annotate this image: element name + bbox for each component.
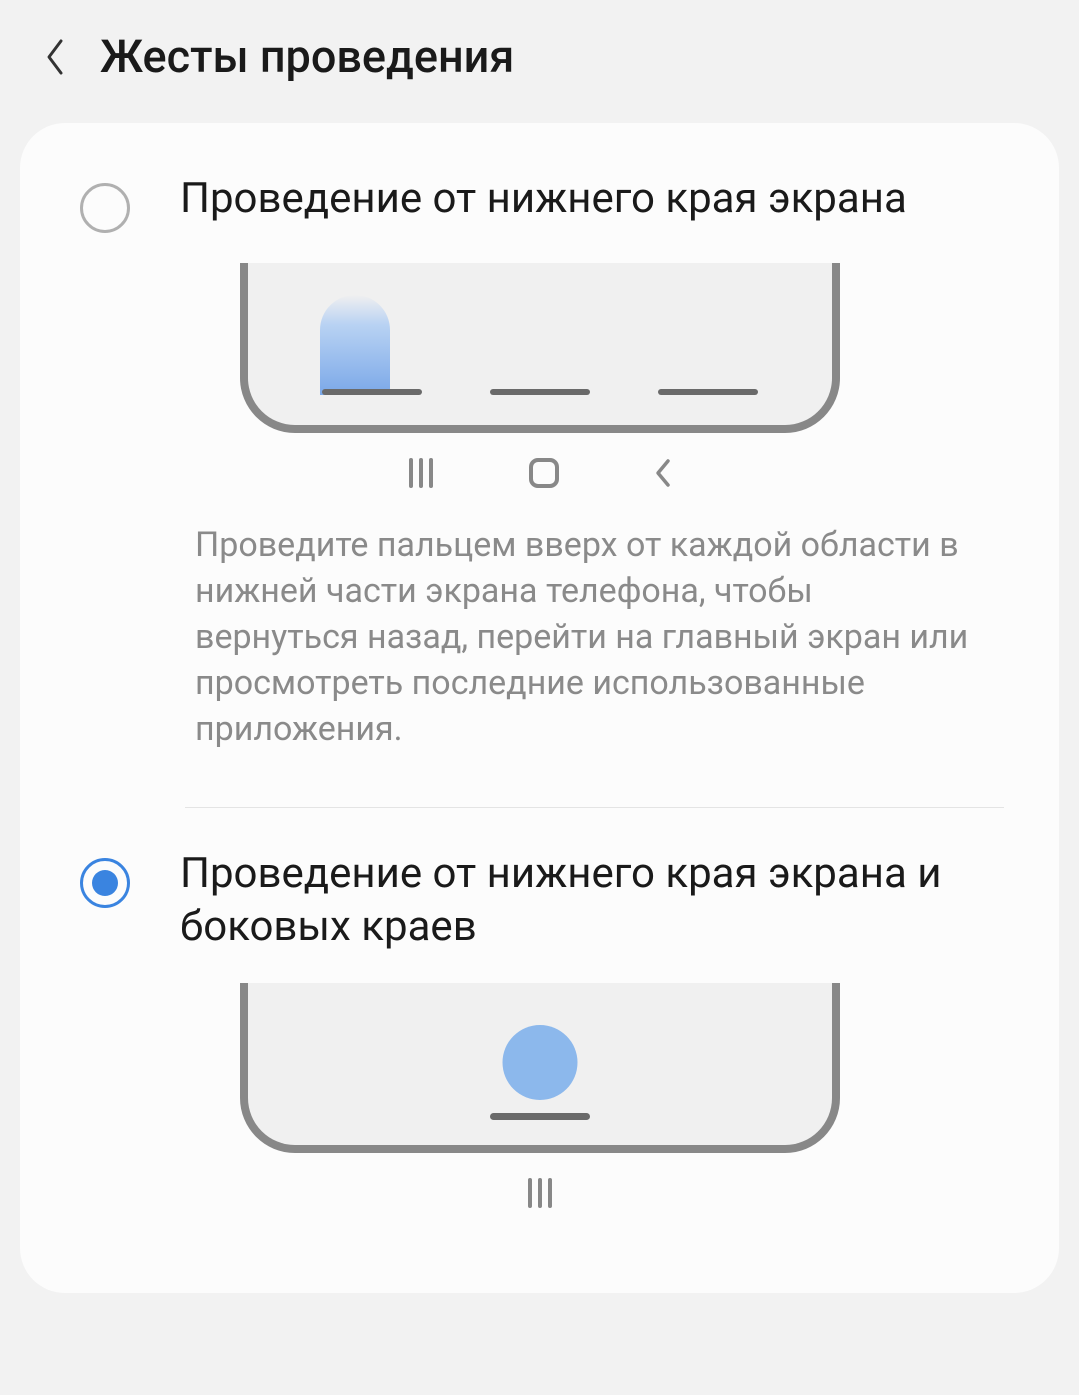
phone-frame-icon <box>240 263 840 433</box>
divider <box>185 807 1004 808</box>
gesture-preview-bottom-sides <box>240 983 840 1228</box>
option-label: Проведение от нижнего края экрана <box>180 173 907 226</box>
radio-row[interactable]: Проведение от нижнего края экрана и боко… <box>80 848 999 953</box>
page-title: Жесты проведения <box>100 30 514 83</box>
radio-row[interactable]: Проведение от нижнего края экрана <box>80 173 999 233</box>
radio-unchecked-icon <box>80 183 130 233</box>
radio-checked-icon <box>80 858 130 908</box>
option-swipe-bottom: Проведение от нижнего края экрана <box>20 163 1059 777</box>
home-icon <box>529 458 559 488</box>
touch-indicator-icon <box>502 1025 577 1100</box>
back-nav-icon <box>653 458 673 488</box>
gesture-bar-icon <box>658 389 758 395</box>
back-button[interactable] <box>40 37 70 77</box>
option-label: Проведение от нижнего края экрана и боко… <box>180 848 999 953</box>
header: Жесты проведения <box>0 0 1079 123</box>
recents-icon <box>406 458 436 488</box>
option-swipe-bottom-sides: Проведение от нижнего края экрана и боко… <box>20 838 1059 1253</box>
gesture-bar-icon <box>490 389 590 395</box>
recents-icon <box>525 1178 555 1208</box>
option-description: Проведите пальцем вверх от каждой област… <box>80 508 999 752</box>
gesture-bar-icon <box>322 389 422 395</box>
swipe-up-indicator-icon <box>320 295 390 395</box>
gesture-preview-bottom <box>240 263 840 508</box>
gesture-bar-icon <box>490 1113 590 1120</box>
phone-frame-icon <box>240 983 840 1153</box>
chevron-left-icon <box>43 37 67 77</box>
options-card: Проведение от нижнего края экрана <box>20 123 1059 1293</box>
